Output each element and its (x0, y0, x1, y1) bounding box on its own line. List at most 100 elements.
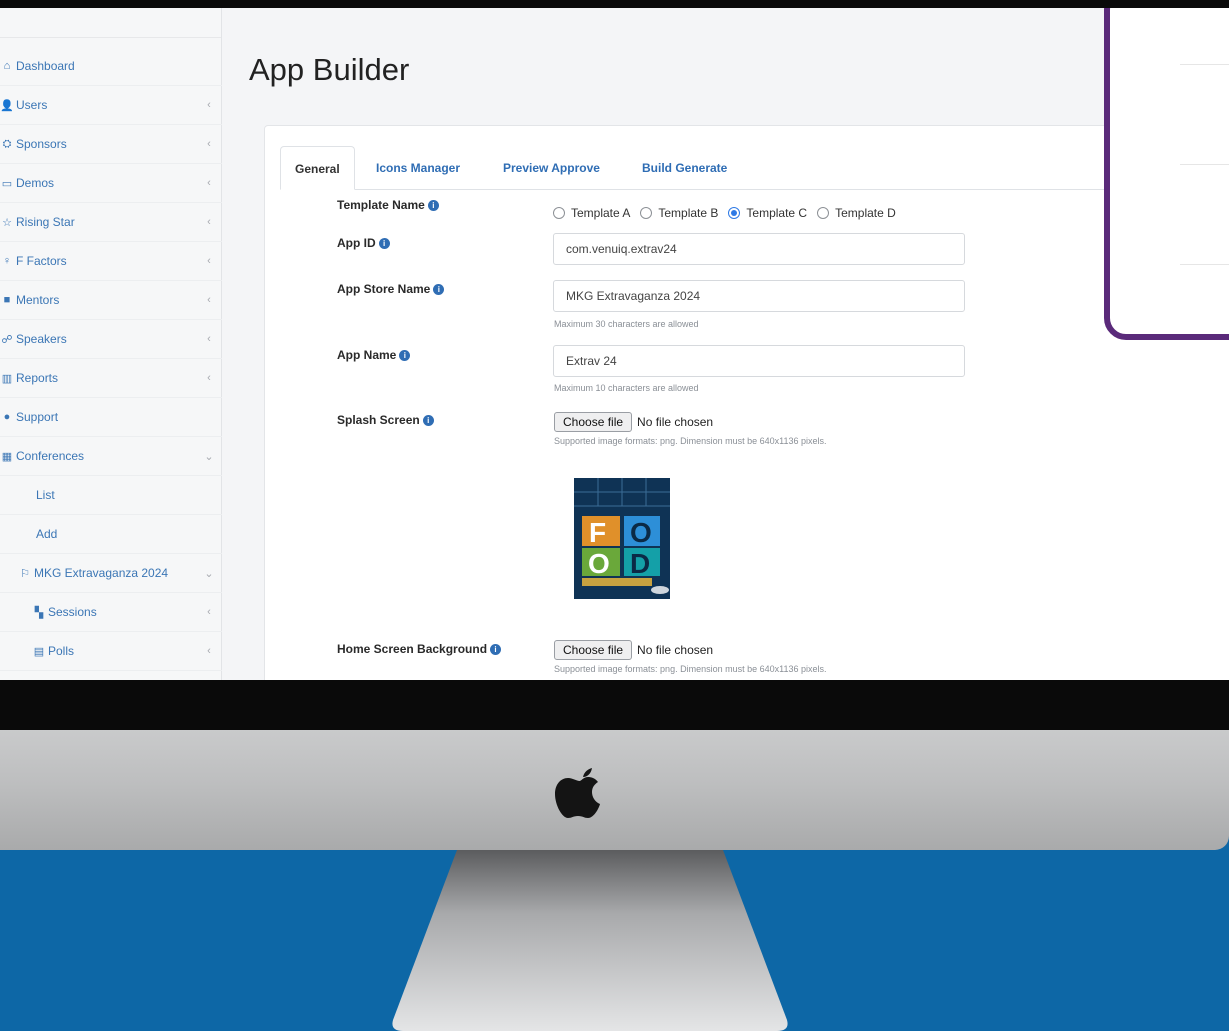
mentors-icon: ■ (3, 294, 11, 306)
sidebar-item-demos[interactable]: ▭ Demos ‹ (0, 164, 222, 203)
sidebar-header (0, 8, 221, 38)
tab-general[interactable]: General (280, 146, 355, 190)
sidebar-item-label: Add (36, 527, 58, 541)
sidebar-item-polls[interactable]: ▤ Polls ‹ (0, 632, 222, 671)
info-icon: i (490, 644, 502, 655)
sidebar-item-sessions[interactable]: ▚ Sessions ‹ (0, 593, 222, 632)
template-c-radio[interactable]: Template C (728, 206, 807, 220)
chevron-left-icon: ‹ (207, 216, 211, 228)
sponsors-icon: ⛭ (2, 137, 12, 150)
chevron-left-icon: ‹ (207, 645, 211, 657)
overlay-divider (1180, 264, 1229, 265)
monitor-bezel-bottom (0, 680, 1229, 730)
sidebar-item-f-factors[interactable]: ♀ F Factors ‹ (0, 242, 222, 281)
sidebar-item-users[interactable]: 👤 Users ‹ (0, 86, 222, 125)
monitor-bezel-top (0, 0, 1229, 8)
app-store-name-input[interactable] (553, 280, 965, 312)
sidebar-item-label: Reports (16, 371, 59, 385)
reports-icon: ▥ (1, 372, 13, 385)
app-screen: ⌂ Dashboard 👤 Users ‹ ⛭ Sponsors ‹ ▭ Demos ‹ ☆ Risin… (0, 8, 1229, 680)
splash-file-status: No file chosen (637, 415, 714, 429)
star-icon: ☆ (2, 216, 12, 229)
page-title: App Builder (249, 52, 410, 87)
app-name-input[interactable] (553, 345, 965, 377)
sidebar-item-label: Rising Star (16, 215, 75, 229)
chevron-left-icon: ‹ (207, 255, 211, 267)
sidebar-item-label: Sponsors (16, 137, 67, 151)
radio-circle-icon[interactable] (817, 207, 830, 219)
sidebar-item-sponsors[interactable]: ⛭ Sponsors ‹ (0, 125, 222, 164)
radio-circle-icon[interactable] (640, 207, 653, 219)
app-store-name-label: App Store Name i (337, 282, 445, 296)
overlay-divider (1180, 164, 1229, 165)
app-store-name-hint: Maximum 30 characters are allowed (554, 319, 699, 329)
sidebar-item-label: F Factors (16, 254, 67, 268)
tab-build-generate[interactable]: Build Generate (642, 146, 727, 190)
flag-icon: ⚐ (20, 567, 30, 580)
sidebar-item-add[interactable]: Add (0, 515, 222, 554)
sidebar-item-dashboard[interactable]: ⌂ Dashboard (0, 47, 222, 86)
chevron-left-icon: ‹ (207, 333, 211, 345)
chevron-left-icon: ‹ (207, 138, 211, 150)
sidebar-item-conferences[interactable]: ▦ Conferences ⌄ (0, 437, 222, 476)
app-id-label: App ID i (337, 236, 390, 250)
info-icon: i (433, 284, 445, 295)
radio-circle-icon[interactable] (728, 207, 741, 219)
tab-bar: General Icons Manager Preview Approve Bu… (280, 146, 1229, 190)
sidebar-item-label: List (36, 488, 55, 502)
tab-icons-manager[interactable]: Icons Manager (376, 146, 460, 190)
template-b-radio[interactable]: Template B (640, 206, 718, 220)
sessions-icon: ▚ (34, 606, 44, 619)
app-id-input[interactable] (553, 233, 965, 265)
chevron-left-icon: ‹ (207, 99, 211, 111)
polls-icon: ▤ (33, 645, 45, 658)
info-icon: i (378, 238, 390, 249)
sidebar-item-label: Support (16, 410, 59, 424)
app-name-label: App Name i (337, 348, 411, 362)
chevron-down-icon: ⌄ (204, 450, 214, 463)
splash-letter-4: D (630, 548, 650, 579)
splash-letter-3: O (588, 548, 610, 579)
chevron-down-icon: ⌄ (204, 567, 214, 580)
sidebar-item-mkg-extravaganza-2024[interactable]: ⚐ MKG Extravaganza 2024 ⌄ (0, 554, 222, 593)
sidebar-item-label: Demos (16, 176, 55, 190)
sidebar-item-list[interactable]: List (0, 476, 222, 515)
radio-circle-icon[interactable] (553, 207, 565, 219)
chevron-left-icon: ‹ (207, 177, 211, 189)
monitor-stand (392, 850, 788, 1031)
home-bg-label: Home Screen Background i (337, 642, 502, 656)
splash-letter-1: F (589, 517, 606, 548)
sidebar-item-label: Speakers (16, 332, 67, 346)
splash-screen-label: Splash Screen i (337, 413, 434, 427)
sidebar-item-rising-star[interactable]: ☆ Rising Star ‹ (0, 203, 222, 242)
home-bg-choose-file-button[interactable]: Choose file (554, 640, 633, 660)
tab-preview-approve[interactable]: Preview Approve (503, 146, 600, 190)
sidebar-item-support[interactable]: ● Support (0, 398, 222, 437)
sidebar-item-label: MKG Extravaganza 2024 (34, 566, 169, 580)
speakers-icon: ☍ (1, 333, 13, 346)
template-name-label: Template Name i (337, 198, 439, 212)
splash-preview-art: F O O D (574, 478, 670, 599)
calendar-icon: ▦ (1, 450, 13, 463)
sidebar-item-delegates[interactable]: ▣Delegates‹ (0, 671, 222, 680)
template-a-radio[interactable]: Template A (553, 206, 630, 220)
info-icon: i (422, 415, 434, 426)
splash-choose-file-button[interactable]: Choose file (554, 412, 633, 432)
sidebar-item-label: Dashboard (16, 59, 75, 73)
bulb-icon: ♀ (2, 255, 12, 267)
sidebar-item-label: Users (16, 98, 48, 112)
chevron-left-icon: ‹ (207, 372, 211, 384)
splash-letter-2: O (630, 517, 652, 548)
sidebar: ⌂ Dashboard 👤 Users ‹ ⛭ Sponsors ‹ ▭ Demos ‹ ☆ Risin… (0, 8, 222, 680)
info-icon: i (427, 200, 439, 211)
overlay-panel (1104, 8, 1229, 340)
chevron-left-icon: ‹ (207, 606, 211, 618)
template-d-radio[interactable]: Template D (817, 206, 896, 220)
chevron-left-icon: ‹ (207, 294, 211, 306)
sidebar-item-reports[interactable]: ▥ Reports ‹ (0, 359, 222, 398)
sidebar-item-mentors[interactable]: ■ Mentors ‹ (0, 281, 222, 320)
sidebar-item-speakers[interactable]: ☍ Speakers ‹ (0, 320, 222, 359)
splash-preview-image[interactable]: F O O D (574, 478, 670, 599)
home-bg-file-picker: Choose file No file chosen (554, 640, 713, 660)
sidebar-item-label: Sessions (48, 605, 97, 619)
